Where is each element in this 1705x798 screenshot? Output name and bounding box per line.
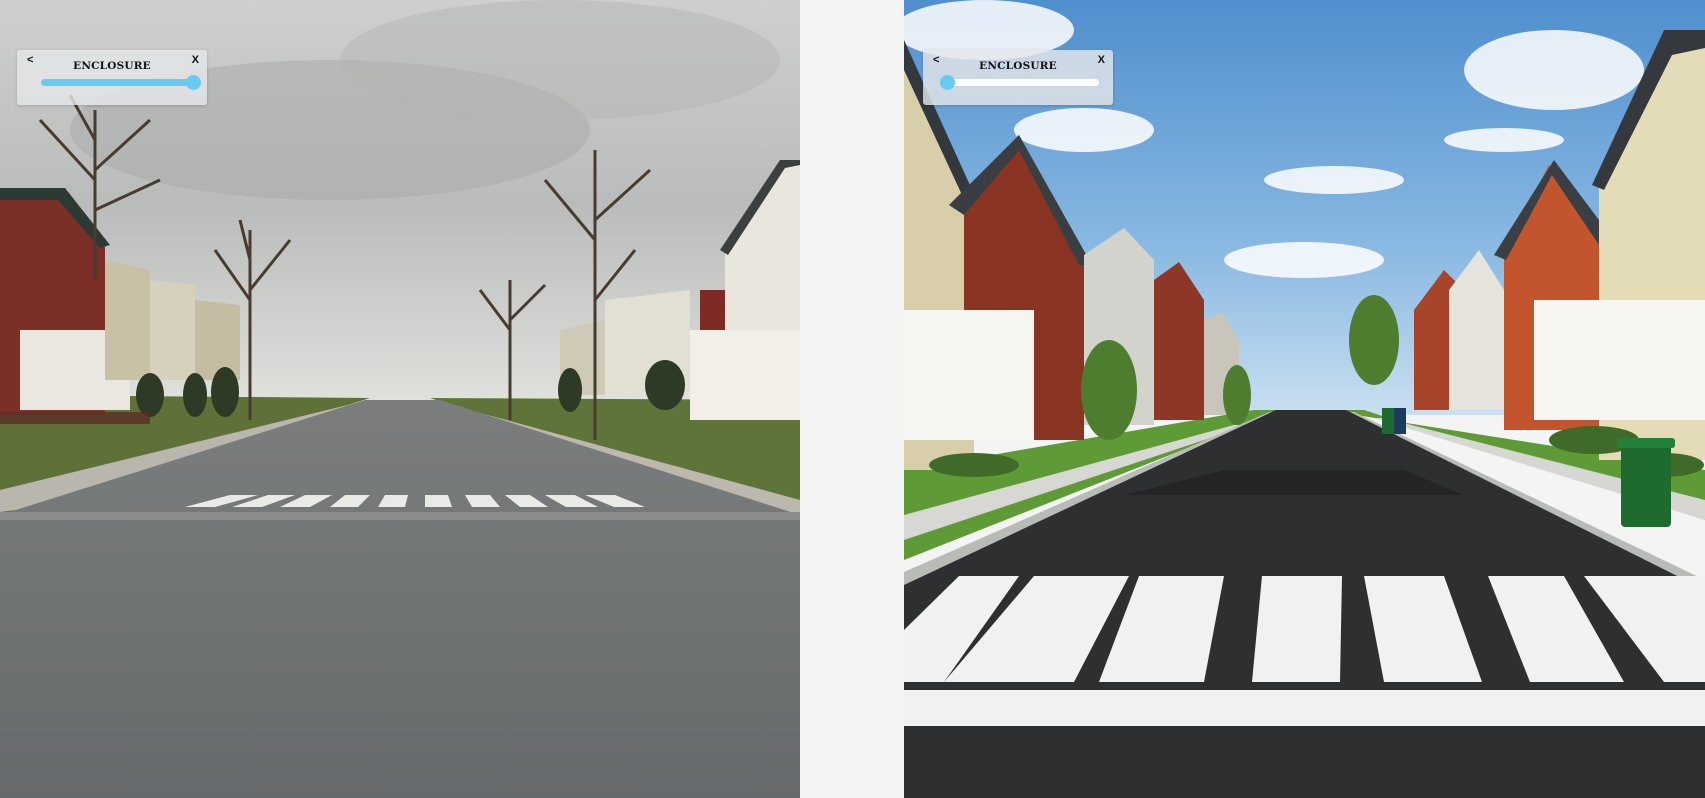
enclosure-slider-track[interactable] bbox=[41, 75, 201, 90]
right-image-panel: < ENCLOSURE X bbox=[904, 0, 1705, 798]
overcast-street-scene bbox=[0, 0, 800, 798]
enclosure-control-panel: < ENCLOSURE X bbox=[17, 50, 207, 105]
close-button[interactable]: X bbox=[192, 53, 199, 67]
close-button[interactable]: X bbox=[1098, 53, 1105, 67]
enclosure-slider-fill bbox=[41, 79, 193, 86]
enclosure-control-panel: < ENCLOSURE X bbox=[923, 50, 1113, 105]
enclosure-slider-thumb[interactable] bbox=[186, 75, 201, 90]
control-title: ENCLOSURE bbox=[979, 60, 1057, 72]
sunny-street-scene bbox=[904, 0, 1705, 798]
control-title: ENCLOSURE bbox=[73, 60, 151, 72]
enclosure-slider-track[interactable] bbox=[940, 75, 1099, 90]
left-image-panel: < ENCLOSURE X bbox=[0, 0, 800, 798]
enclosure-slider-thumb[interactable] bbox=[940, 75, 955, 90]
